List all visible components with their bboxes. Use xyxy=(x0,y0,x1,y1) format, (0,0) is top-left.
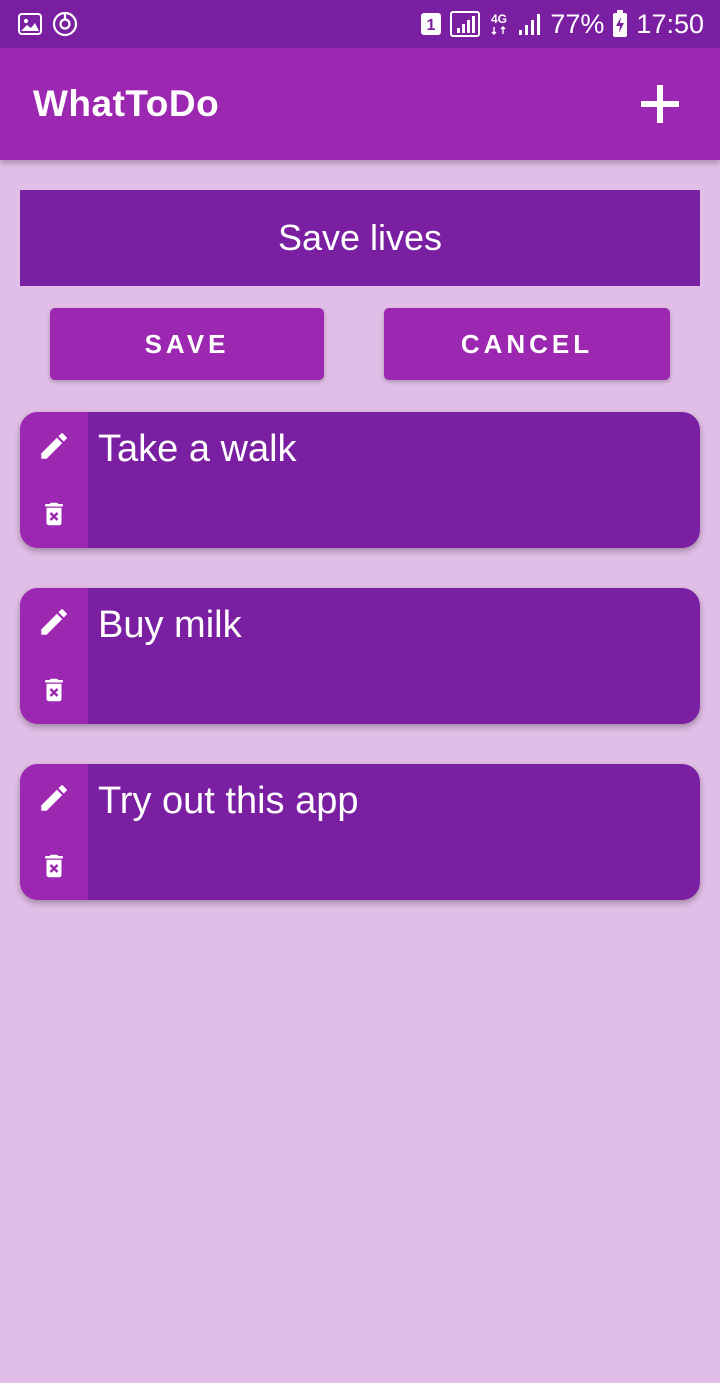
cancel-button[interactable]: CANCEL xyxy=(384,308,670,380)
battery-charging-icon xyxy=(612,10,628,38)
network-4g-icon: 4G xyxy=(488,11,510,37)
save-button[interactable]: SAVE xyxy=(50,308,324,380)
todo-card: Take a walk xyxy=(20,412,700,548)
edit-icon[interactable] xyxy=(34,602,74,642)
plus-icon xyxy=(641,85,679,123)
todo-text[interactable]: Try out this app xyxy=(98,780,359,823)
card-actions xyxy=(20,764,88,900)
status-left xyxy=(18,11,78,37)
todo-text[interactable]: Buy milk xyxy=(98,604,242,647)
sim-icon: 1 xyxy=(420,12,442,36)
todo-text[interactable]: Take a walk xyxy=(98,428,297,471)
todo-edit-input[interactable] xyxy=(20,190,700,286)
card-actions xyxy=(20,412,88,548)
app-title: WhatToDo xyxy=(33,83,220,124)
status-right: 1 4G 77% 17:50 xyxy=(420,9,704,40)
todo-card: Buy milk xyxy=(20,588,700,724)
todo-card: Try out this app xyxy=(20,764,700,900)
app-bar: WhatToDo xyxy=(0,48,720,160)
status-bar: 1 4G 77% 17:50 xyxy=(0,0,720,48)
gallery-icon xyxy=(18,13,42,35)
delete-icon[interactable] xyxy=(34,846,74,886)
sync-icon xyxy=(52,11,78,37)
edit-icon[interactable] xyxy=(34,778,74,818)
delete-icon[interactable] xyxy=(34,494,74,534)
edit-icon[interactable] xyxy=(34,426,74,466)
clock: 17:50 xyxy=(636,8,704,39)
add-button[interactable] xyxy=(636,80,684,128)
sim-badge: 1 xyxy=(427,17,436,34)
signal-icon xyxy=(518,12,542,36)
battery-percent: 77% xyxy=(550,8,605,39)
signal-icon xyxy=(450,11,481,37)
delete-icon[interactable] xyxy=(34,670,74,710)
network-label: 4G xyxy=(491,12,507,26)
card-actions xyxy=(20,588,88,724)
